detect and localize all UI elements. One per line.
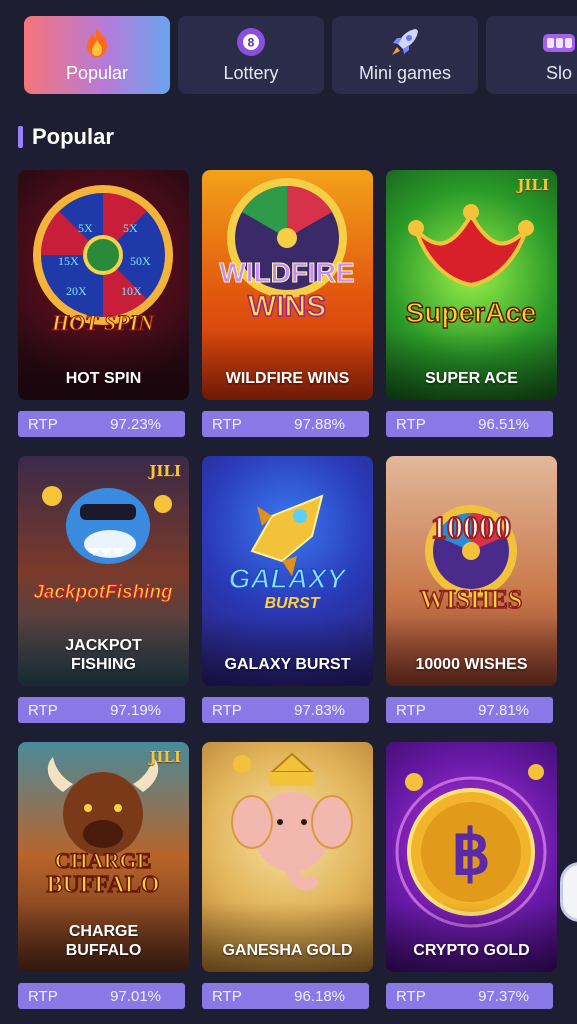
svg-text:SuperAce: SuperAce <box>406 297 537 328</box>
svg-text:฿: ฿ <box>451 819 490 888</box>
rtp-label: RTP <box>212 701 242 719</box>
tab-label: Slo <box>545 63 572 83</box>
svg-text:5X: 5X <box>78 221 93 235</box>
game-card-super-ace[interactable]: SuperAce JILI SUPER ACE <box>386 170 557 400</box>
game-name: WILDFIRE WINS <box>225 370 350 387</box>
svg-text:20X: 20X <box>66 284 87 298</box>
game-card-jackpot-fishing[interactable]: JackpotFishing JILI JACKPOT FISHING <box>18 456 189 686</box>
svg-text:GALAXY: GALAXY <box>229 563 348 594</box>
tab-slots[interactable]: Slo <box>486 16 577 94</box>
game-card-crypto-gold[interactable]: ฿ CRYPTO GOLD <box>386 742 557 972</box>
svg-text:15X: 15X <box>58 254 79 268</box>
rtp-bar: RTP 97.37% <box>386 983 553 1009</box>
game-name: CHARGE BUFFALO <box>65 923 142 959</box>
lottery-ball-icon: 8 <box>237 28 265 56</box>
game-card-hot-spin[interactable]: 5X 15X 50X 5X 20X 10X HOT SPIN HOT SPIN <box>18 170 189 400</box>
svg-text:WILDFIRE: WILDFIRE <box>219 257 354 288</box>
section-header: Popular <box>18 124 114 150</box>
tab-label: Popular <box>65 63 129 83</box>
rtp-bar: RTP 96.18% <box>202 983 369 1009</box>
tab-mini-games[interactable]: Mini games <box>332 16 478 94</box>
rtp-value: 97.23% <box>110 415 161 433</box>
game-name: SUPER ACE <box>425 370 518 387</box>
jili-badge: JILI <box>149 748 181 766</box>
rtp-label: RTP <box>28 415 58 433</box>
rtp-value: 96.18% <box>294 987 345 1005</box>
svg-text:8: 8 <box>248 36 255 50</box>
game-card-galaxy-burst[interactable]: GALAXY BURST GALAXY BURST <box>202 456 373 686</box>
slots-icon <box>543 34 575 52</box>
game-name: HOT SPIN <box>65 370 142 387</box>
game-name: GALAXY BURST <box>224 656 351 673</box>
rtp-value: 96.51% <box>478 415 529 433</box>
tab-label: Mini games <box>358 63 452 83</box>
section-accent-bar <box>18 126 23 148</box>
svg-text:WINS: WINS <box>248 290 326 323</box>
tab-popular[interactable]: Popular <box>24 16 170 94</box>
rtp-label: RTP <box>396 701 426 719</box>
rtp-bar: RTP 97.19% <box>18 697 185 723</box>
svg-text:CHARGE: CHARGE <box>55 848 152 873</box>
game-card-ganesha-gold[interactable]: GANESHA GOLD <box>202 742 373 972</box>
category-tabs: Popular 8 Lottery Mini games Slo <box>24 16 577 94</box>
rtp-bar: RTP 97.88% <box>202 411 369 437</box>
game-card-10000-wishes[interactable]: 10000 WISHES 10000 WISHES <box>386 456 557 686</box>
rtp-value: 97.19% <box>110 701 161 719</box>
rtp-label: RTP <box>212 987 242 1005</box>
game-name: JACKPOT FISHING <box>65 637 142 673</box>
rtp-label: RTP <box>396 987 426 1005</box>
rtp-bar: RTP 97.23% <box>18 411 185 437</box>
rtp-label: RTP <box>212 415 242 433</box>
svg-text:WISHES: WISHES <box>420 585 523 614</box>
rtp-bar: RTP 97.81% <box>386 697 553 723</box>
game-name: 10000 WISHES <box>415 656 528 673</box>
tab-lottery[interactable]: 8 Lottery <box>178 16 324 94</box>
svg-text:BURST: BURST <box>264 595 320 612</box>
rtp-value: 97.81% <box>478 701 529 719</box>
rtp-bar: RTP 97.83% <box>202 697 369 723</box>
game-card-wildfire-wins[interactable]: WILDFIRE WINS WILDFIRE WINS <box>202 170 373 400</box>
rtp-value: 97.01% <box>110 987 161 1005</box>
svg-text:10000: 10000 <box>431 509 511 545</box>
tab-label: Lottery <box>223 63 279 83</box>
rtp-value: 97.88% <box>294 415 345 433</box>
svg-text:50X: 50X <box>130 254 151 268</box>
section-title: Popular <box>32 124 114 149</box>
floating-support-button[interactable] <box>560 862 577 922</box>
rtp-label: RTP <box>28 701 58 719</box>
fire-icon <box>87 27 107 57</box>
rtp-value: 97.83% <box>294 701 345 719</box>
game-name: GANESHA GOLD <box>222 942 353 959</box>
rocket-icon <box>392 29 418 55</box>
svg-text:BUFFALO: BUFFALO <box>47 872 160 898</box>
rtp-label: RTP <box>28 987 58 1005</box>
rtp-value: 97.37% <box>478 987 529 1005</box>
jili-badge: JILI <box>149 462 181 480</box>
svg-text:5X: 5X <box>123 221 138 235</box>
rtp-bar: RTP 96.51% <box>386 411 553 437</box>
svg-text:10X: 10X <box>121 284 142 298</box>
rtp-label: RTP <box>396 415 426 433</box>
rtp-bar: RTP 97.01% <box>18 983 185 1009</box>
game-name: CRYPTO GOLD <box>413 942 530 959</box>
game-card-charge-buffalo[interactable]: CHARGE BUFFALO JILI CHARGE BUFFALO <box>18 742 189 972</box>
svg-text:JackpotFishing: JackpotFishing <box>33 582 173 603</box>
jili-badge: JILI <box>517 176 549 194</box>
